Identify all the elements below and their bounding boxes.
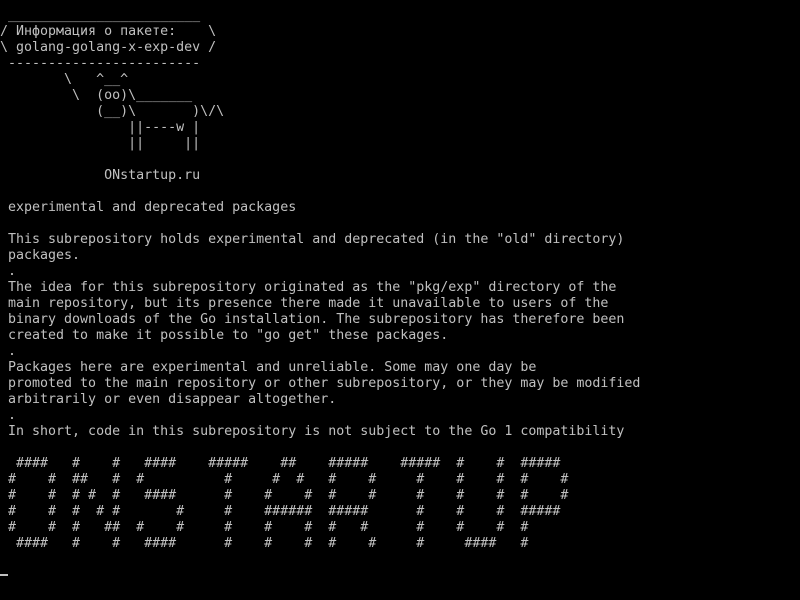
terminal-line: \ golang-golang-x-exp-dev / xyxy=(0,40,217,55)
terminal-line: \ (oo)\_______ xyxy=(0,88,193,103)
terminal-line: \ ^__^ xyxy=(0,72,129,87)
terminal-line: main repository, but its presence there … xyxy=(0,296,609,311)
terminal-line: This subrepository holds experimental an… xyxy=(0,232,625,247)
terminal-line: # # # # # #### # # # # # # # # # # xyxy=(0,488,569,503)
terminal-line: promoted to the main repository or other… xyxy=(0,376,641,391)
terminal-line: . xyxy=(0,264,17,279)
terminal-line: / Информация о пакете: \ xyxy=(0,24,217,39)
terminal-line: ||----w | xyxy=(0,120,201,135)
terminal-line: ________________________ xyxy=(0,8,201,23)
terminal-line: ONstartup.ru xyxy=(0,168,201,183)
terminal-line: arbitrarily or even disappear altogether… xyxy=(0,392,337,407)
terminal-line: . xyxy=(0,344,17,359)
terminal-line: binary downloads of the Go installation.… xyxy=(0,312,625,327)
terminal-line: # # # # # # # ###### ##### # # # ##### xyxy=(0,504,561,519)
terminal-line: # # ## # # # # # # # # # # # # xyxy=(0,472,569,487)
terminal-line: ------------------------ xyxy=(0,56,201,71)
terminal-line: # # # ## # # # # # # # # # # # xyxy=(0,520,529,535)
terminal-line: The idea for this subrepository originat… xyxy=(0,280,617,295)
terminal-line: Packages here are experimental and unrel… xyxy=(0,360,537,375)
terminal-line: #### # # #### ##### ## ##### ##### # # #… xyxy=(0,456,561,471)
text-cursor xyxy=(0,574,8,576)
terminal-screen[interactable]: ________________________ / Информация о … xyxy=(0,0,800,600)
terminal-line: (__)\ )\/\ xyxy=(0,104,225,119)
terminal-line: experimental and deprecated packages xyxy=(0,200,297,215)
terminal-line: . xyxy=(0,408,17,423)
terminal-line: In short, code in this subrepository is … xyxy=(0,424,625,439)
terminal-line: created to make it possible to "go get" … xyxy=(0,328,449,343)
terminal-line: packages. xyxy=(0,248,81,263)
terminal-line: || || xyxy=(0,136,201,151)
terminal-line: #### # # #### # # # # # # #### # xyxy=(0,536,529,551)
